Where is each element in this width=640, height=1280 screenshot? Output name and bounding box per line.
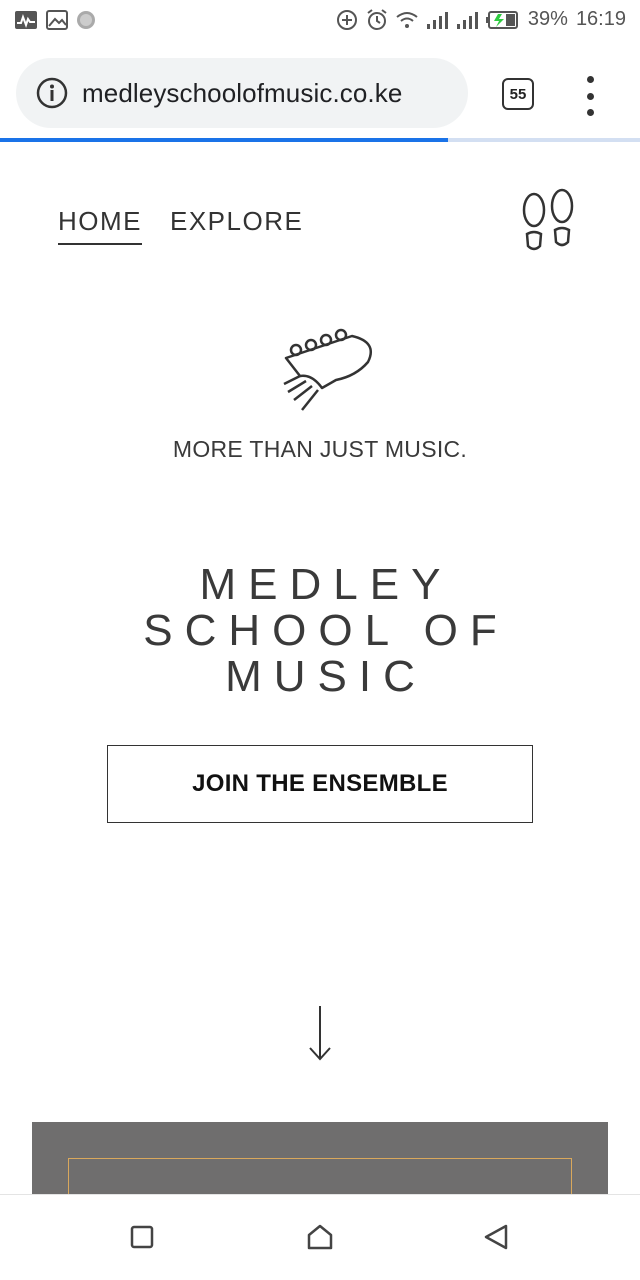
title-line-2: SCHOOL OF xyxy=(143,606,509,655)
data-saver-icon xyxy=(336,9,358,31)
page-load-progress-fill xyxy=(0,138,448,142)
battery-percent: 39% xyxy=(527,8,568,30)
back-icon[interactable] xyxy=(482,1223,510,1251)
next-section xyxy=(32,1122,608,1218)
menu-icon[interactable] xyxy=(580,76,600,116)
status-left-icons xyxy=(14,10,96,30)
status-bar: 39% 16:19 xyxy=(0,0,640,42)
status-right-icons: 39% 16:19 xyxy=(336,8,626,31)
join-ensemble-button[interactable]: JOIN THE ENSEMBLE xyxy=(107,745,533,823)
clock: 16:19 xyxy=(575,8,626,30)
tagline: MORE THAN JUST MUSIC. xyxy=(172,436,468,462)
alarm-icon xyxy=(366,8,388,31)
url-text[interactable]: medleyschoolofmusic.co.ke xyxy=(82,78,402,109)
nav-explore[interactable]: EXPLORE xyxy=(170,206,303,245)
browser-toolbar: medleyschoolofmusic.co.ke 55 xyxy=(0,42,640,142)
activity-icon xyxy=(14,10,38,30)
title-line-3: MUSIC xyxy=(225,652,427,701)
site-nav: HOME EXPLORE xyxy=(58,206,303,245)
wifi-icon xyxy=(396,11,418,29)
scroll-down-arrow-icon[interactable] xyxy=(306,1004,334,1062)
battery-charging-icon xyxy=(485,10,520,29)
signal-icon-1 xyxy=(426,11,448,29)
recents-icon[interactable] xyxy=(128,1223,156,1251)
title-line-1: MEDLEY xyxy=(199,560,453,609)
page-load-progress xyxy=(0,138,640,142)
image-icon xyxy=(46,10,68,30)
home-icon[interactable] xyxy=(306,1223,334,1251)
signal-icon-2 xyxy=(456,11,478,29)
system-navigation-bar xyxy=(0,1194,640,1280)
tab-switcher-button[interactable]: 55 xyxy=(502,78,534,110)
page-title: MEDLEY SCHOOL OF MUSIC xyxy=(0,562,640,700)
nav-home[interactable]: HOME xyxy=(58,206,142,245)
guitar-headstock-icon xyxy=(266,318,382,414)
info-icon[interactable] xyxy=(36,77,68,109)
footprints-icon[interactable] xyxy=(518,188,578,258)
circle-dot-icon xyxy=(76,10,96,30)
address-bar[interactable]: medleyschoolofmusic.co.ke xyxy=(16,58,468,128)
